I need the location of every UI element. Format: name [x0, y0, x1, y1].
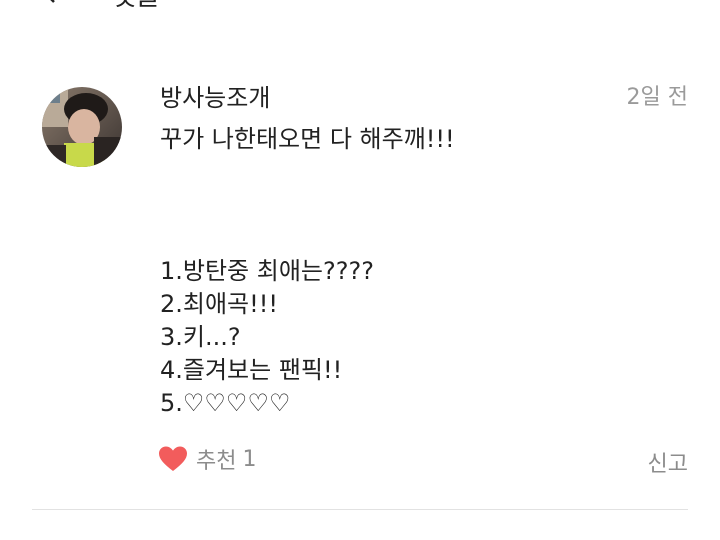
like-count: 1 — [242, 446, 257, 472]
heart-icon — [159, 446, 187, 471]
comment-line: 2.최애곡!!! — [160, 290, 279, 318]
divider — [32, 509, 688, 510]
like-label: 추천 — [196, 449, 237, 474]
comment-line: 4.즐겨보는 팬픽!! — [160, 356, 343, 384]
comment-line: 1.방탄중 최애는???? — [160, 257, 374, 285]
like-button[interactable]: 추천 1 — [158, 444, 256, 474]
comment-line: 5.♡♡♡♡♡ — [160, 389, 291, 417]
comment-count: 9 — [176, 0, 193, 6]
comment-line: 꾸가 나한태오면 다 해주깨!!! — [160, 125, 455, 153]
back-icon[interactable] — [34, 0, 64, 8]
timestamp: 2일 전 — [626, 85, 688, 110]
page-title: 댓글 — [112, 0, 160, 13]
comment-page: 댓글 9 방사능조개 2일 전 꾸가 나한태오면 다 해주깨!!! 1.방탄중 … — [0, 0, 720, 540]
avatar[interactable] — [42, 87, 122, 167]
report-button[interactable]: 신고 — [648, 446, 688, 478]
username[interactable]: 방사능조개 — [160, 78, 270, 113]
comment-line: 3.키...? — [160, 323, 241, 351]
header: 댓글 9 — [0, 0, 720, 12]
